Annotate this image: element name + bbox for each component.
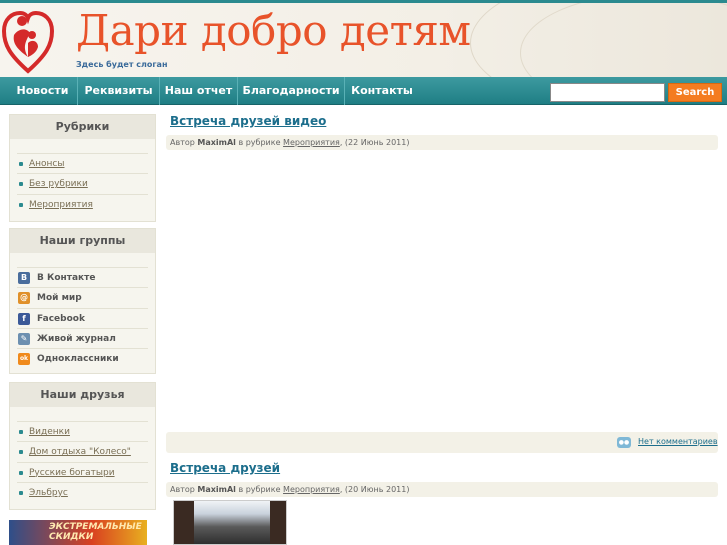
photo-detail xyxy=(174,501,194,544)
bullet-icon xyxy=(19,162,23,166)
post-meta-mid: в рубрике xyxy=(238,485,281,494)
site-title[interactable]: Дари добро детям xyxy=(76,5,471,57)
post-meta: Автор MaximAl в рубрике Мероприятия, (20… xyxy=(166,482,718,497)
nav-item-report[interactable]: Наш отчет xyxy=(160,77,238,105)
livejournal-icon: ✎ xyxy=(18,332,30,345)
promo-banner[interactable]: ЭКСТРЕМАЛЬНЫЕ СКИДКИ xyxy=(9,520,147,545)
sidebar-item-label: Мой мир xyxy=(37,293,82,304)
promo-banner-text: ЭКСТРЕМАЛЬНЫЕ СКИДКИ xyxy=(49,522,142,542)
post-meta-mid: в рубрике xyxy=(238,138,281,147)
sidebar-item-announcements[interactable]: Анонсы xyxy=(17,153,148,173)
bullet-icon xyxy=(19,490,23,495)
site-slogan: Здесь будет слоган xyxy=(76,60,168,69)
sidebar-item-label: Facebook xyxy=(37,313,85,324)
sidebar-item-vkontakte[interactable]: B В Контакте xyxy=(17,267,148,287)
nav-item-thanks[interactable]: Благодарности xyxy=(238,77,345,105)
sidebar-item-events[interactable]: Мероприятия xyxy=(17,193,148,214)
bullet-icon xyxy=(19,430,23,434)
moy-mir-icon: @ xyxy=(18,292,30,305)
site-header: Дари добро детям Здесь будет слоган xyxy=(0,3,727,77)
sidebar-friends: Наши друзья Виденки Дом отдыха "Колесо" … xyxy=(9,382,156,510)
sidebar-item-label: В Контакте xyxy=(37,273,96,283)
post-photo[interactable] xyxy=(173,500,287,545)
comment-icon[interactable]: ●● xyxy=(617,437,631,448)
post-author: MaximAl xyxy=(197,485,236,494)
sidebar-friends-title: Наши друзья xyxy=(10,383,155,407)
sidebar-item-label: Эльбрус xyxy=(29,487,68,498)
post-meta-prefix: Автор xyxy=(170,138,195,147)
sidebar-item-uncategorized[interactable]: Без рубрики xyxy=(17,173,148,193)
sidebar-item-livejournal[interactable]: ✎ Живой журнал xyxy=(17,327,148,348)
bullet-icon xyxy=(19,470,23,475)
sidebar-groups: Наши группы B В Контакте @ Мой мир f Facebo… xyxy=(9,228,156,374)
vkontakte-icon: B xyxy=(18,272,30,284)
sidebar-item-label: Живой журнал xyxy=(37,333,116,344)
odnoklassniki-icon: ok xyxy=(18,353,30,366)
post-category-link[interactable]: Мероприятия xyxy=(283,485,340,494)
sidebar-categories-title: Рубрики xyxy=(10,115,155,139)
sidebar-item-odnoklassniki[interactable]: ok Одноклассники xyxy=(17,348,148,368)
sidebar-groups-title: Наши группы xyxy=(10,229,155,253)
bullet-icon xyxy=(19,450,23,455)
bullet-icon xyxy=(19,182,23,187)
post-category-link[interactable]: Мероприятия xyxy=(283,138,340,147)
sidebar-item-label: Одноклассники xyxy=(37,354,119,365)
post-title[interactable]: Встреча друзей xyxy=(170,461,280,475)
post-meta-prefix: Автор xyxy=(170,485,195,494)
sidebar-item-label: Мероприятия xyxy=(29,199,93,210)
sidebar-item-moy-mir[interactable]: @ Мой мир xyxy=(17,287,148,307)
sidebar-item-elbrus[interactable]: Эльбрус xyxy=(17,481,148,502)
nav-item-requisites[interactable]: Реквизиты xyxy=(78,77,160,105)
post-author: MaximAl xyxy=(197,138,236,147)
photo-detail xyxy=(270,501,286,544)
post-meta: Автор MaximAl в рубрике Мероприятия, (22… xyxy=(166,135,718,150)
sidebar-item-label: Анонсы xyxy=(29,159,65,169)
post-date: , (22 Июнь 2011) xyxy=(339,138,410,147)
sidebar-item-label: Виденки xyxy=(29,427,70,437)
sidebar-item-label: Русские богатыри xyxy=(29,467,115,478)
nav-item-contacts[interactable]: Контакты xyxy=(345,77,419,105)
facebook-icon: f xyxy=(18,312,30,325)
sidebar-item-russkie-bogatyri[interactable]: Русские богатыри xyxy=(17,461,148,482)
post-footer xyxy=(166,432,718,453)
sidebar-categories: Рубрики Анонсы Без рубрики Мероприятия xyxy=(9,114,156,222)
post-title[interactable]: Встреча друзей видео xyxy=(170,114,326,128)
comments-link[interactable]: Нет комментариев xyxy=(638,437,718,446)
nav-item-news[interactable]: Новости xyxy=(8,77,78,105)
bullet-icon xyxy=(19,202,23,207)
search-button[interactable]: Search xyxy=(668,83,722,102)
search-input[interactable] xyxy=(550,83,665,102)
heart-logo-icon[interactable] xyxy=(2,5,54,77)
post-date: , (20 Июнь 2011) xyxy=(339,485,410,494)
sidebar-item-videnki[interactable]: Виденки xyxy=(17,421,148,441)
sidebar-item-koleso[interactable]: Дом отдыха "Колесо" xyxy=(17,441,148,461)
sidebar-item-label: Без рубрики xyxy=(29,179,88,190)
sidebar-item-label: Дом отдыха "Колесо" xyxy=(29,447,131,458)
header-decoration xyxy=(520,3,727,77)
sidebar-item-facebook[interactable]: f Facebook xyxy=(17,307,148,328)
